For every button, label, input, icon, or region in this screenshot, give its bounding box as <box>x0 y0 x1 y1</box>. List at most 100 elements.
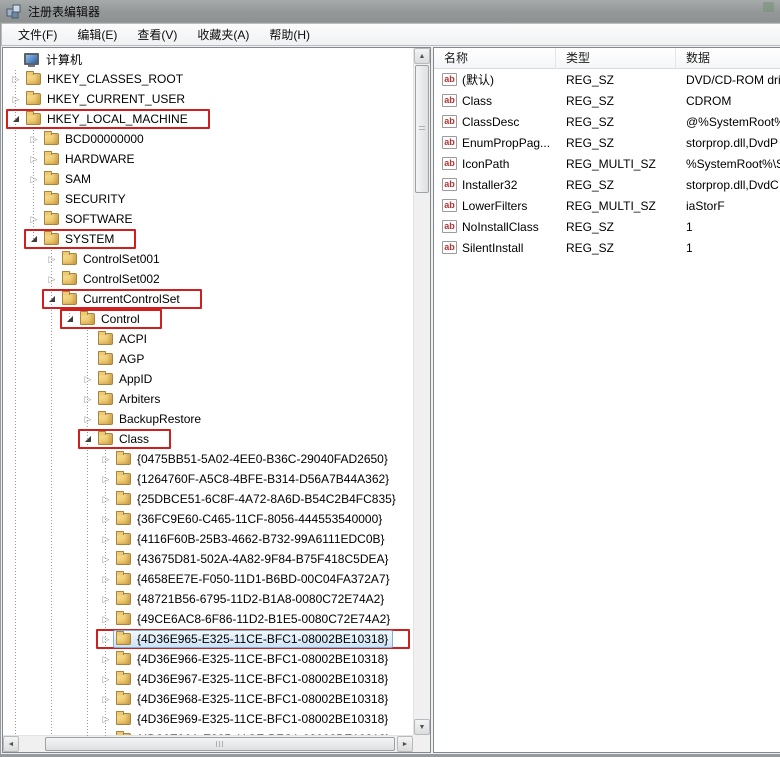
expand-arrow-icon[interactable]: ▷ <box>99 609 113 629</box>
expand-arrow-icon[interactable]: ▷ <box>99 649 113 669</box>
tree-row[interactable]: ▷{0475BB51-5A02-4EE0-B36C-29040FAD2650} <box>3 449 412 469</box>
menu-view[interactable]: 查看(V) <box>127 23 187 46</box>
collapse-arrow-icon[interactable]: ◢ <box>27 229 41 249</box>
expand-arrow-icon[interactable]: ▷ <box>45 269 59 289</box>
expand-arrow-icon[interactable]: ▷ <box>27 149 41 169</box>
tree-row[interactable]: ▷BackupRestore <box>3 409 412 429</box>
tree-row[interactable]: ▷HARDWARE <box>3 149 412 169</box>
expand-arrow-icon[interactable]: ▷ <box>99 689 113 709</box>
tree-item[interactable]: BackupRestore <box>95 410 206 428</box>
value-row[interactable]: abLowerFiltersREG_MULTI_SZiaStorF <box>434 195 780 216</box>
expand-arrow-icon[interactable]: ▷ <box>81 389 95 409</box>
menu-edit[interactable]: 编辑(E) <box>67 23 127 46</box>
expand-arrow-icon[interactable]: ▷ <box>99 489 113 509</box>
tree-item[interactable]: {0475BB51-5A02-4EE0-B36C-29040FAD2650} <box>113 450 393 468</box>
tree-row[interactable]: ▷{4D36E969-E325-11CE-BFC1-08002BE10318} <box>3 709 412 729</box>
tree-item[interactable]: AGP <box>95 350 149 368</box>
tree-item[interactable]: ControlSet001 <box>59 250 165 268</box>
tree-row[interactable]: ▷HKEY_CURRENT_USER <box>3 89 412 109</box>
value-row[interactable]: abClassDescREG_SZ@%SystemRoot%\ <box>434 111 780 132</box>
tree-item[interactable]: CurrentControlSet <box>59 290 185 308</box>
tree-row[interactable]: ▷AppID <box>3 369 412 389</box>
value-row[interactable]: abSilentInstallREG_SZ1 <box>434 237 780 258</box>
tree-row[interactable]: ▷BCD00000000 <box>3 129 412 149</box>
tree-row[interactable]: ▷{48721B56-6795-11D2-B1A8-0080C72E74A2} <box>3 589 412 609</box>
tree-row[interactable]: ▷{4D36E965-E325-11CE-BFC1-08002BE10318} <box>3 629 412 649</box>
tree-item[interactable]: {48721B56-6795-11D2-B1A8-0080C72E74A2} <box>113 590 389 608</box>
tree-row[interactable]: ▷{4D36E966-E325-11CE-BFC1-08002BE10318} <box>3 649 412 669</box>
tree-item[interactable]: {49CE6AC8-6F86-11D2-B1E5-0080C72E74A2} <box>113 610 395 628</box>
expand-arrow-icon[interactable]: ▷ <box>81 369 95 389</box>
tree-row[interactable]: ◢HKEY_LOCAL_MACHINE <box>3 109 412 129</box>
tree-row[interactable]: ▷{4D36E968-E325-11CE-BFC1-08002BE10318} <box>3 689 412 709</box>
expand-arrow-icon[interactable]: ▷ <box>99 709 113 729</box>
tree-row[interactable]: 计算机 <box>3 49 412 69</box>
expand-arrow-icon[interactable]: ▷ <box>99 549 113 569</box>
expand-arrow-icon[interactable]: ▷ <box>99 729 113 735</box>
tree-item[interactable]: {4116F60B-25B3-4662-B732-99A6111EDC0B} <box>113 530 390 548</box>
collapse-arrow-icon[interactable]: ◢ <box>9 109 23 129</box>
tree-row[interactable]: ◢CurrentControlSet <box>3 289 412 309</box>
tree-row[interactable]: ▷ControlSet002 <box>3 269 412 289</box>
value-row[interactable]: abClassREG_SZCDROM <box>434 90 780 111</box>
tree-row[interactable]: ▷SAM <box>3 169 412 189</box>
tree-item[interactable]: HKEY_CURRENT_USER <box>23 90 190 108</box>
tree-item[interactable]: {4D36E969-E325-11CE-BFC1-08002BE10318} <box>113 710 393 728</box>
column-header-data[interactable]: 数据 <box>676 48 780 69</box>
tree-item[interactable]: {25DBCE51-6C8F-4A72-8A6D-B54C2B4FC835} <box>113 490 401 508</box>
tree-item[interactable]: HKEY_LOCAL_MACHINE <box>23 110 193 128</box>
scroll-right-button[interactable]: ► <box>397 736 413 752</box>
tree-item[interactable]: Arbiters <box>95 390 165 408</box>
tree-item[interactable]: {4D36E966-E325-11CE-BFC1-08002BE10318} <box>113 650 393 668</box>
tree-horizontal-scrollbar[interactable]: ◄ ► <box>3 735 413 752</box>
value-row[interactable]: abIconPathREG_MULTI_SZ%SystemRoot%\S <box>434 153 780 174</box>
tree-item[interactable]: {1264760F-A5C8-4BFE-B314-D56A7B44A362} <box>113 470 394 488</box>
expand-arrow-icon[interactable]: ▷ <box>99 589 113 609</box>
tree-item[interactable]: {43675D81-502A-4A82-9F84-B75F418C5DEA} <box>113 550 394 568</box>
tree-item[interactable]: ACPI <box>95 330 152 348</box>
tree-item[interactable]: Class <box>95 430 154 448</box>
tree-item[interactable]: Control <box>77 310 145 328</box>
expand-arrow-icon[interactable]: ▷ <box>99 629 113 649</box>
tree-item[interactable]: BCD00000000 <box>41 130 149 148</box>
tree-row[interactable]: ▷SOFTWARE <box>3 209 412 229</box>
expand-arrow-icon[interactable]: ▷ <box>99 529 113 549</box>
tree-item[interactable]: SYSTEM <box>41 230 119 248</box>
expand-arrow-icon[interactable]: ▷ <box>27 129 41 149</box>
tree-row[interactable]: AGP <box>3 349 412 369</box>
expand-arrow-icon[interactable]: ▷ <box>99 569 113 589</box>
value-row[interactable]: abNoInstallClassREG_SZ1 <box>434 216 780 237</box>
menu-favorites[interactable]: 收藏夹(A) <box>187 23 259 46</box>
expand-arrow-icon[interactable]: ▷ <box>45 249 59 269</box>
value-row[interactable]: ab(默认)REG_SZDVD/CD-ROM dri <box>434 69 780 90</box>
tree-item[interactable]: SOFTWARE <box>41 210 138 228</box>
value-row[interactable]: abEnumPropPag...REG_SZstorprop.dll,DvdP <box>434 132 780 153</box>
collapse-arrow-icon[interactable]: ◢ <box>63 309 77 329</box>
scroll-up-button[interactable]: ▲ <box>414 48 430 64</box>
title-bar[interactable]: 注册表编辑器 <box>0 0 780 22</box>
vertical-scroll-thumb[interactable] <box>415 65 429 193</box>
menu-help[interactable]: 帮助(H) <box>259 23 320 46</box>
expand-arrow-icon[interactable]: ▷ <box>27 209 41 229</box>
tree-item[interactable]: HARDWARE <box>41 150 140 168</box>
expand-arrow-icon[interactable]: ▷ <box>81 409 95 429</box>
expand-arrow-icon[interactable]: ▷ <box>27 169 41 189</box>
collapse-arrow-icon[interactable]: ◢ <box>81 429 95 449</box>
tree-row[interactable]: ▷{4116F60B-25B3-4662-B732-99A6111EDC0B} <box>3 529 412 549</box>
tree-item[interactable]: SECURITY <box>41 190 131 208</box>
tree-row[interactable]: ▷HKEY_CLASSES_ROOT <box>3 69 412 89</box>
column-header-type[interactable]: 类型 <box>556 48 676 69</box>
tree-row[interactable]: ▷{4D36E967-E325-11CE-BFC1-08002BE10318} <box>3 669 412 689</box>
tree-item[interactable]: 计算机 <box>21 50 87 68</box>
tree-row[interactable]: ◢SYSTEM <box>3 229 412 249</box>
expand-arrow-icon[interactable]: ▷ <box>99 509 113 529</box>
expand-arrow-icon[interactable]: ▷ <box>99 469 113 489</box>
tree-item[interactable]: {4D36E968-E325-11CE-BFC1-08002BE10318} <box>113 690 393 708</box>
tree-row[interactable]: ◢Control <box>3 309 412 329</box>
tree-row[interactable]: ▷{36FC9E60-C465-11CF-8056-444553540000} <box>3 509 412 529</box>
tree-row[interactable]: ▷ControlSet001 <box>3 249 412 269</box>
tree-row[interactable]: ▷Arbiters <box>3 389 412 409</box>
scroll-left-button[interactable]: ◄ <box>3 736 19 752</box>
tree-item[interactable]: {4D36E967-E325-11CE-BFC1-08002BE10318} <box>113 670 393 688</box>
tree-item[interactable]: {4D36E96A-E325-11CE-BFC1-08002BE10318} <box>113 730 395 735</box>
